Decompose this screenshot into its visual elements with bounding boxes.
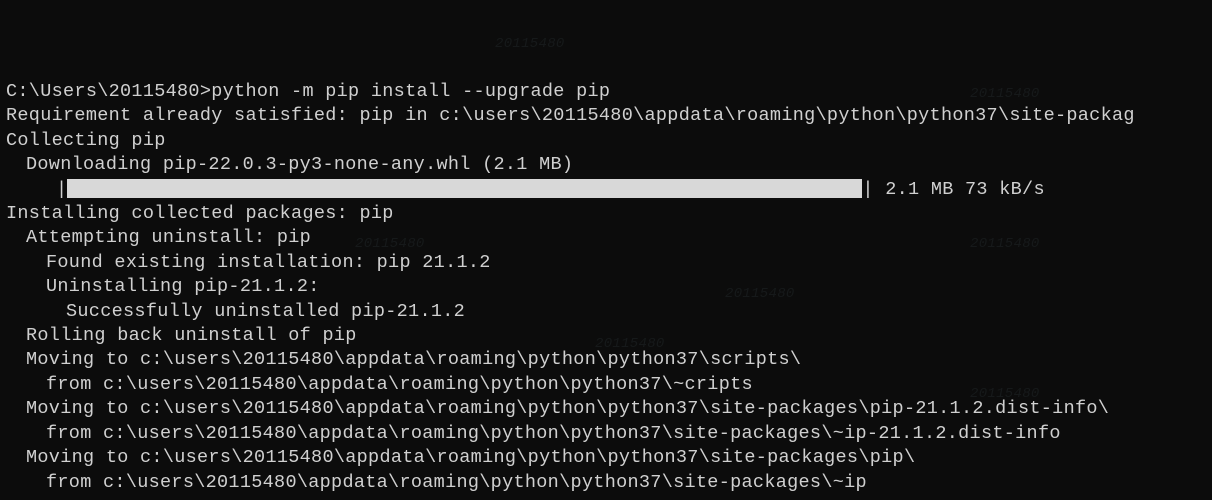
output-line: Successfully uninstalled pip-21.1.2	[6, 300, 1212, 324]
terminal-output[interactable]: C:\Users\20115480>python -m pip install …	[6, 80, 1212, 495]
output-line: Moving to c:\users\20115480\appdata\roam…	[6, 397, 1212, 421]
command-line: C:\Users\20115480>python -m pip install …	[6, 80, 1212, 104]
output-line: Moving to c:\users\20115480\appdata\roam…	[6, 348, 1212, 372]
output-line: Rolling back uninstall of pip	[6, 324, 1212, 348]
command-text: python -m pip install --upgrade pip	[211, 80, 610, 104]
output-line: Downloading pip-22.0.3-py3-none-any.whl …	[6, 153, 1212, 177]
output-line: Requirement already satisfied: pip in c:…	[6, 104, 1212, 128]
output-line: Collecting pip	[6, 129, 1212, 153]
output-line: from c:\users\20115480\appdata\roaming\p…	[6, 422, 1212, 446]
output-line: from c:\users\20115480\appdata\roaming\p…	[6, 471, 1212, 495]
output-line: Found existing installation: pip 21.1.2	[6, 251, 1212, 275]
output-line: Moving to c:\users\20115480\appdata\roam…	[6, 446, 1212, 470]
progress-bar-end: |	[862, 178, 873, 202]
progress-stats-value: 2.1 MB 73 kB/s	[885, 178, 1045, 202]
progress-line: | | 2.1 MB 73 kB/s	[6, 178, 1212, 202]
output-line: Attempting uninstall: pip	[6, 226, 1212, 250]
watermark: 20115480	[495, 35, 565, 53]
output-line: Uninstalling pip-21.1.2:	[6, 275, 1212, 299]
prompt-text: C:\Users\20115480>	[6, 80, 211, 104]
progress-bar-fill	[67, 179, 862, 198]
output-line: from c:\users\20115480\appdata\roaming\p…	[6, 373, 1212, 397]
output-line: Installing collected packages: pip	[6, 202, 1212, 226]
progress-bar-start: |	[56, 178, 67, 202]
progress-stats	[874, 178, 885, 202]
